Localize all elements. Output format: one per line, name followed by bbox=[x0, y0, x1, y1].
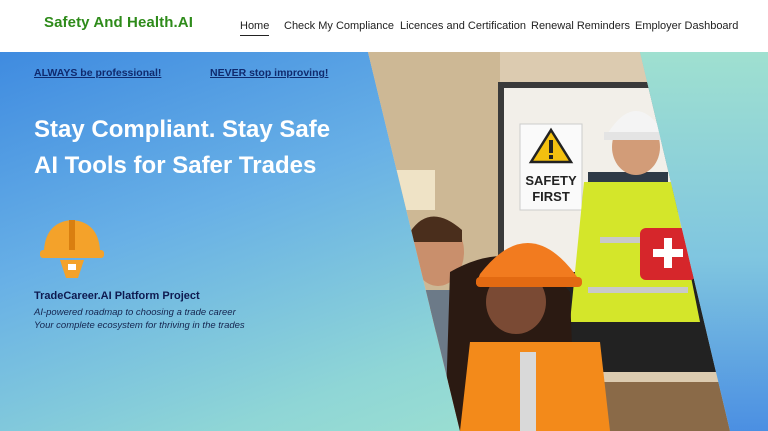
hero-headline-line-1: Stay Compliant. Stay Safe bbox=[34, 116, 331, 143]
project-title: TradeCareer.AI Platform Project bbox=[34, 290, 200, 302]
hero-headline-line-2: AI Tools for Safer Trades bbox=[34, 152, 317, 179]
nav-renewal-reminders[interactable]: Renewal Reminders bbox=[531, 20, 630, 32]
nav-check-my-compliance[interactable]: Check My Compliance bbox=[284, 20, 394, 32]
project-description-2: Your complete ecosystem for thriving in … bbox=[34, 320, 245, 331]
hero-photo: SAFETY FIRST bbox=[368, 52, 730, 431]
nav-home[interactable]: Home bbox=[240, 20, 270, 36]
sign-text-2: FIRST bbox=[532, 189, 570, 204]
sign-text-1: SAFETY bbox=[525, 173, 577, 188]
hard-hat-icon bbox=[38, 216, 106, 282]
nav-employer-dashboard[interactable]: Employer Dashboard bbox=[635, 20, 738, 32]
nav-licences-and-certification[interactable]: Licences and Certification bbox=[400, 20, 526, 32]
tagline-never-stop-improving[interactable]: NEVER stop improving! bbox=[210, 67, 328, 79]
project-description-1: AI-powered roadmap to choosing a trade c… bbox=[34, 307, 236, 318]
main-nav: Home Check My Compliance Licences and Ce… bbox=[0, 20, 768, 40]
hero-section: SAFETY FIRST ALWAYS be professional! NEV… bbox=[0, 52, 768, 431]
tagline-always-professional[interactable]: ALWAYS be professional! bbox=[34, 67, 161, 79]
site-header: Safety And Health.AI Home Check My Compl… bbox=[0, 0, 768, 52]
